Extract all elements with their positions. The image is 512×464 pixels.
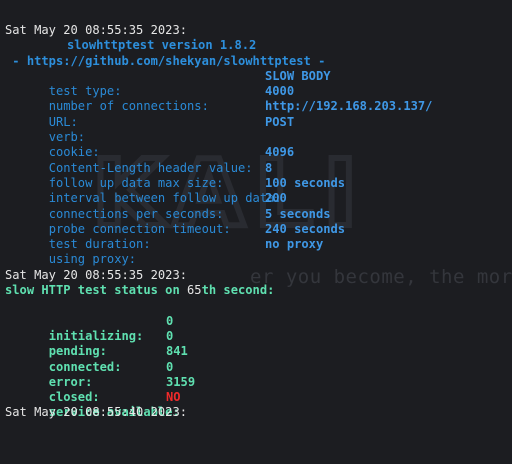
terminal-window[interactable]: KALI er you become, the more y Sat May 2… xyxy=(0,0,512,464)
param-value: 240 seconds xyxy=(265,221,346,236)
param-row: test duration: 240 seconds xyxy=(5,221,512,251)
service-available-value: NO xyxy=(166,390,181,405)
stat-row: initializing: 0 xyxy=(5,313,512,343)
stat-row: error: 0 xyxy=(5,359,512,389)
param-row: number of connections: 4000 xyxy=(5,84,512,113)
status-heading: slow HTTP test status on 65th second: xyxy=(5,283,512,298)
status-heading-prefix: slow HTTP test status on xyxy=(5,283,188,298)
param-value: no proxy xyxy=(265,237,324,252)
param-row: test type: SLOW BODY xyxy=(5,68,512,98)
param-value: 8 xyxy=(265,160,273,175)
param-value: SLOW BODY xyxy=(265,68,331,83)
stat-value: 841 xyxy=(166,344,188,359)
tool-version-title: slowhttptest version 1.8.2 xyxy=(67,38,257,53)
stat-row: connected: 841 xyxy=(5,344,512,373)
param-value: 200 xyxy=(265,191,287,206)
param-label: using proxy: xyxy=(48,252,137,267)
param-row: interval between follow up data: 100 sec… xyxy=(5,175,512,205)
param-row: Content-Length header value: 4096 xyxy=(5,145,512,174)
tool-url-line: - https://github.com/shekyan/slowhttptes… xyxy=(5,53,326,68)
param-row: URL: http://192.168.203.137/ xyxy=(5,99,512,128)
param-row: cookie: xyxy=(5,130,512,159)
param-row: connections per seconds: 200 xyxy=(5,191,512,220)
param-value: POST xyxy=(265,114,295,129)
terminal-output: Sat May 20 08:55:35 2023: slowhttptest v… xyxy=(5,23,512,421)
start-timestamp: Sat May 20 08:55:35 2023: xyxy=(5,23,188,37)
param-row: using proxy: no proxy xyxy=(5,237,512,266)
param-row: follow up data max size: 8 xyxy=(5,160,512,190)
service-available-row: service available: NO xyxy=(5,390,512,419)
stat-row: pending: 0 xyxy=(5,328,512,358)
status-heading-suffix: th second: xyxy=(201,283,275,298)
param-value: 5 seconds xyxy=(265,206,331,221)
param-row: probe connection timeout: 5 seconds xyxy=(5,206,512,236)
param-value: 100 seconds xyxy=(265,175,346,190)
param-row: verb: POST xyxy=(5,114,512,144)
stat-value: 0 xyxy=(166,313,174,328)
status-timestamp: Sat May 20 08:55:35 2023: xyxy=(5,267,188,282)
stat-value: 0 xyxy=(166,359,174,374)
stat-value: 3159 xyxy=(166,374,196,389)
end-timestamp: Sat May 20 08:55:40 2023: xyxy=(5,405,188,420)
param-value: 4000 xyxy=(265,84,295,99)
param-value: 4096 xyxy=(265,145,295,160)
stat-row: closed: 3159 xyxy=(5,374,512,404)
param-value: http://192.168.203.137/ xyxy=(265,99,433,114)
status-second-count: 65 xyxy=(187,283,202,298)
stat-value: 0 xyxy=(166,328,174,343)
